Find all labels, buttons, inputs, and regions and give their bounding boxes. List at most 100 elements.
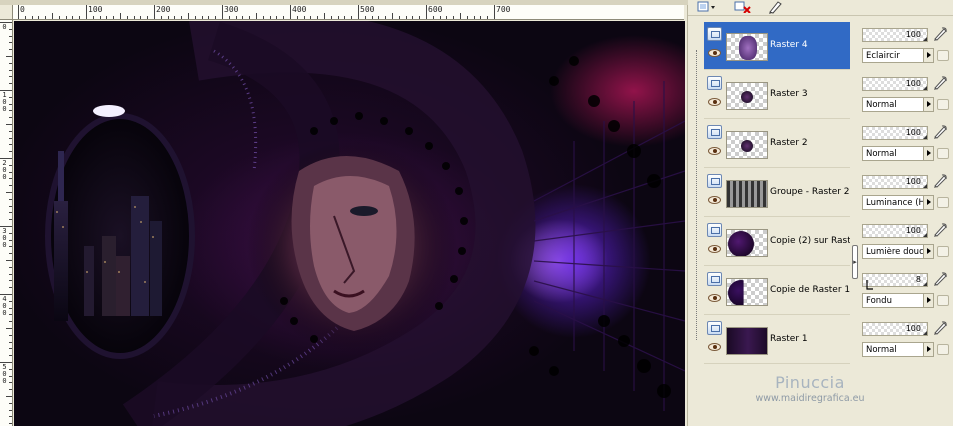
delete-layer-icon[interactable] bbox=[732, 0, 754, 14]
lock-transparency-icon[interactable] bbox=[937, 50, 949, 61]
ruler-tick bbox=[290, 5, 291, 19]
opacity-slider[interactable]: 100 bbox=[862, 322, 928, 336]
dropdown-arrow-icon[interactable] bbox=[923, 245, 933, 258]
opacity-slider[interactable]: 100 bbox=[862, 77, 928, 91]
blend-mode-select[interactable]: Normal bbox=[862, 97, 934, 112]
ruler-tick bbox=[9, 246, 12, 248]
ruler-label: 400 bbox=[2, 295, 7, 317]
opacity-spin-icon[interactable] bbox=[923, 86, 927, 90]
visibility-eye-icon[interactable] bbox=[708, 294, 721, 302]
ruler-tick bbox=[222, 5, 223, 19]
edit-pen-icon[interactable] bbox=[932, 320, 948, 336]
ruler-tick bbox=[106, 16, 108, 19]
layer-type-icon[interactable] bbox=[707, 321, 722, 335]
visibility-eye-icon[interactable] bbox=[708, 147, 721, 155]
layer-type-icon[interactable] bbox=[707, 76, 722, 90]
layer-thumbnail bbox=[726, 229, 768, 257]
ruler-tick bbox=[9, 382, 12, 384]
layer-type-icon[interactable] bbox=[707, 223, 722, 237]
ruler-tick bbox=[9, 341, 12, 343]
image-canvas[interactable] bbox=[14, 21, 685, 426]
ruler-tick bbox=[9, 287, 12, 289]
visibility-eye-icon[interactable] bbox=[708, 343, 721, 351]
blend-mode-select[interactable]: Fondu bbox=[862, 293, 934, 308]
edit-pen-icon[interactable] bbox=[932, 75, 948, 91]
visibility-eye-icon[interactable] bbox=[708, 245, 721, 253]
dropdown-arrow-icon[interactable] bbox=[923, 147, 933, 160]
layer-properties: 100 Normal bbox=[862, 316, 953, 364]
ruler-tick bbox=[303, 16, 305, 19]
artwork-graphic bbox=[45, 21, 685, 426]
layer-row[interactable]: Copie (2) sur Raste bbox=[704, 218, 850, 266]
dropdown-arrow-icon[interactable] bbox=[923, 294, 933, 307]
ruler-tick bbox=[9, 151, 12, 153]
lock-transparency-icon[interactable] bbox=[937, 148, 949, 159]
lock-transparency-icon[interactable] bbox=[937, 344, 949, 355]
opacity-spin-icon[interactable] bbox=[923, 282, 927, 286]
blend-mode-select[interactable]: Normal bbox=[862, 342, 934, 357]
ruler-label: 0 bbox=[20, 5, 25, 14]
layer-type-icon[interactable] bbox=[707, 272, 722, 286]
ruler-tick bbox=[9, 103, 12, 105]
new-layer-icon[interactable] bbox=[696, 0, 718, 14]
opacity-spin-icon[interactable] bbox=[923, 331, 927, 335]
opacity-slider[interactable]: 100 bbox=[862, 126, 928, 140]
lock-transparency-icon[interactable] bbox=[937, 99, 949, 110]
blend-mode-select[interactable]: Éclaircir bbox=[862, 48, 934, 63]
visibility-eye-icon[interactable] bbox=[708, 98, 721, 106]
lock-transparency-icon[interactable] bbox=[937, 197, 949, 208]
opacity-slider[interactable]: 100 bbox=[862, 224, 928, 238]
edit-pen-icon[interactable] bbox=[932, 124, 948, 140]
opacity-value: 100 bbox=[905, 128, 921, 137]
visibility-eye-icon[interactable] bbox=[708, 196, 721, 204]
ruler-label: 0 bbox=[2, 23, 7, 31]
lock-transparency-icon[interactable] bbox=[937, 246, 949, 257]
layer-row[interactable]: Groupe - Raster 2 bbox=[704, 169, 850, 217]
opacity-slider[interactable]: 100 bbox=[862, 28, 928, 42]
horizontal-ruler[interactable]: 0 100 200 300 400 500 600 700 bbox=[13, 5, 684, 20]
layer-row[interactable]: Raster 1 bbox=[704, 316, 850, 364]
edit-pen-icon[interactable] bbox=[932, 222, 948, 238]
ruler-tick bbox=[6, 124, 12, 125]
opacity-slider[interactable]: 8 bbox=[862, 273, 928, 290]
blend-mode-select[interactable]: Luminance (H) bbox=[862, 195, 934, 210]
ruler-tick bbox=[405, 16, 407, 19]
dropdown-arrow-icon[interactable] bbox=[923, 343, 933, 356]
visibility-eye-icon[interactable] bbox=[708, 49, 721, 57]
dropdown-arrow-icon[interactable] bbox=[923, 98, 933, 111]
opacity-spin-icon[interactable] bbox=[923, 233, 927, 237]
ruler-tick bbox=[494, 5, 495, 19]
dropdown-arrow-icon[interactable] bbox=[923, 49, 933, 62]
blend-mode-select[interactable]: Normal bbox=[862, 146, 934, 161]
layer-row[interactable]: Raster 2 bbox=[704, 120, 850, 168]
layer-type-icon[interactable] bbox=[707, 174, 722, 188]
edit-pen-icon[interactable] bbox=[932, 26, 948, 42]
ruler-tick bbox=[9, 42, 12, 44]
opacity-spin-icon[interactable] bbox=[923, 37, 927, 41]
layer-row[interactable]: Raster 3 bbox=[704, 71, 850, 119]
ruler-tick bbox=[215, 16, 217, 19]
ruler-tick bbox=[181, 16, 183, 19]
lock-transparency-icon[interactable] bbox=[937, 295, 949, 306]
opacity-spin-icon[interactable] bbox=[923, 135, 927, 139]
edit-pen-icon[interactable] bbox=[932, 173, 948, 189]
layer-row[interactable]: Copie de Raster 1 bbox=[704, 267, 850, 315]
layer-name: Raster 1 bbox=[770, 334, 808, 344]
edit-pen-icon[interactable] bbox=[932, 271, 948, 287]
palette-divider bbox=[851, 20, 859, 366]
layer-row[interactable]: Raster 4 bbox=[704, 22, 850, 70]
ruler-tick bbox=[18, 5, 19, 19]
brush-icon[interactable] bbox=[764, 0, 786, 14]
dropdown-arrow-icon[interactable] bbox=[923, 196, 933, 209]
layer-type-icon[interactable] bbox=[707, 27, 722, 41]
layer-properties: 100 Lumière douce bbox=[862, 218, 953, 266]
opacity-slider[interactable]: 100 bbox=[862, 175, 928, 189]
ruler-tick bbox=[9, 266, 12, 268]
layer-type-icon[interactable] bbox=[707, 125, 722, 139]
palette-split-handle[interactable]: ▸ bbox=[852, 245, 858, 279]
layer-properties: 100 Normal bbox=[862, 120, 953, 168]
ruler-label: 500 bbox=[360, 5, 375, 14]
blend-mode-select[interactable]: Lumière douce bbox=[862, 244, 934, 259]
opacity-spin-icon[interactable] bbox=[923, 184, 927, 188]
vertical-ruler[interactable]: 0 100 200 300 400 500 bbox=[0, 20, 13, 426]
